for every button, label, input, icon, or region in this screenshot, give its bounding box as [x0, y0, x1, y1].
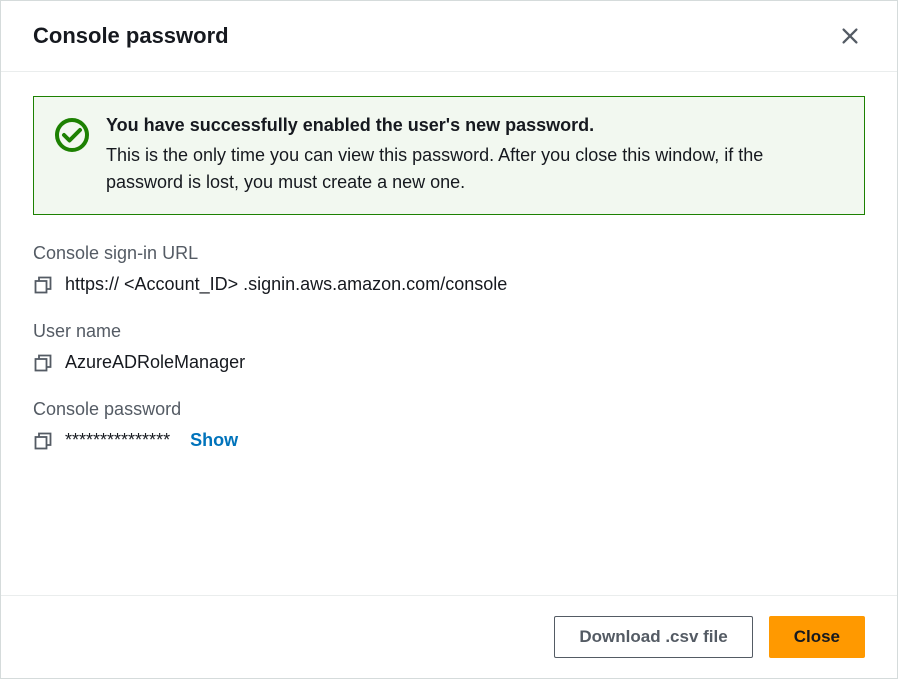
username-label: User name — [33, 321, 865, 342]
signin-url-value: https:// <Account_ID> .signin.aws.amazon… — [65, 274, 507, 295]
console-password-modal: Console password You have successfully e… — [0, 0, 898, 679]
username-value: AzureADRoleManager — [65, 352, 245, 373]
alert-content: You have successfully enabled the user's… — [106, 115, 844, 196]
copy-icon[interactable] — [33, 431, 53, 451]
alert-title: You have successfully enabled the user's… — [106, 115, 844, 136]
modal-header: Console password — [1, 1, 897, 72]
download-csv-button[interactable]: Download .csv file — [554, 616, 752, 658]
signin-url-label: Console sign-in URL — [33, 243, 865, 264]
modal-footer: Download .csv file Close — [1, 595, 897, 678]
copy-icon[interactable] — [33, 275, 53, 295]
show-password-link[interactable]: Show — [190, 430, 238, 451]
success-alert: You have successfully enabled the user's… — [33, 96, 865, 215]
password-row: *************** Show — [33, 430, 865, 451]
username-row: AzureADRoleManager — [33, 352, 865, 373]
check-circle-icon — [54, 115, 90, 196]
alert-description: This is the only time you can view this … — [106, 142, 844, 196]
copy-icon[interactable] — [33, 353, 53, 373]
modal-title: Console password — [33, 23, 229, 49]
close-icon[interactable] — [835, 21, 865, 51]
username-field: User name AzureADRoleManager — [33, 321, 865, 373]
close-button[interactable]: Close — [769, 616, 865, 658]
modal-body: You have successfully enabled the user's… — [1, 72, 897, 595]
password-label: Console password — [33, 399, 865, 420]
password-value: *************** — [65, 430, 170, 451]
password-field: Console password *************** Show — [33, 399, 865, 451]
signin-url-row: https:// <Account_ID> .signin.aws.amazon… — [33, 274, 865, 295]
signin-url-field: Console sign-in URL https:// <Account_ID… — [33, 243, 865, 295]
